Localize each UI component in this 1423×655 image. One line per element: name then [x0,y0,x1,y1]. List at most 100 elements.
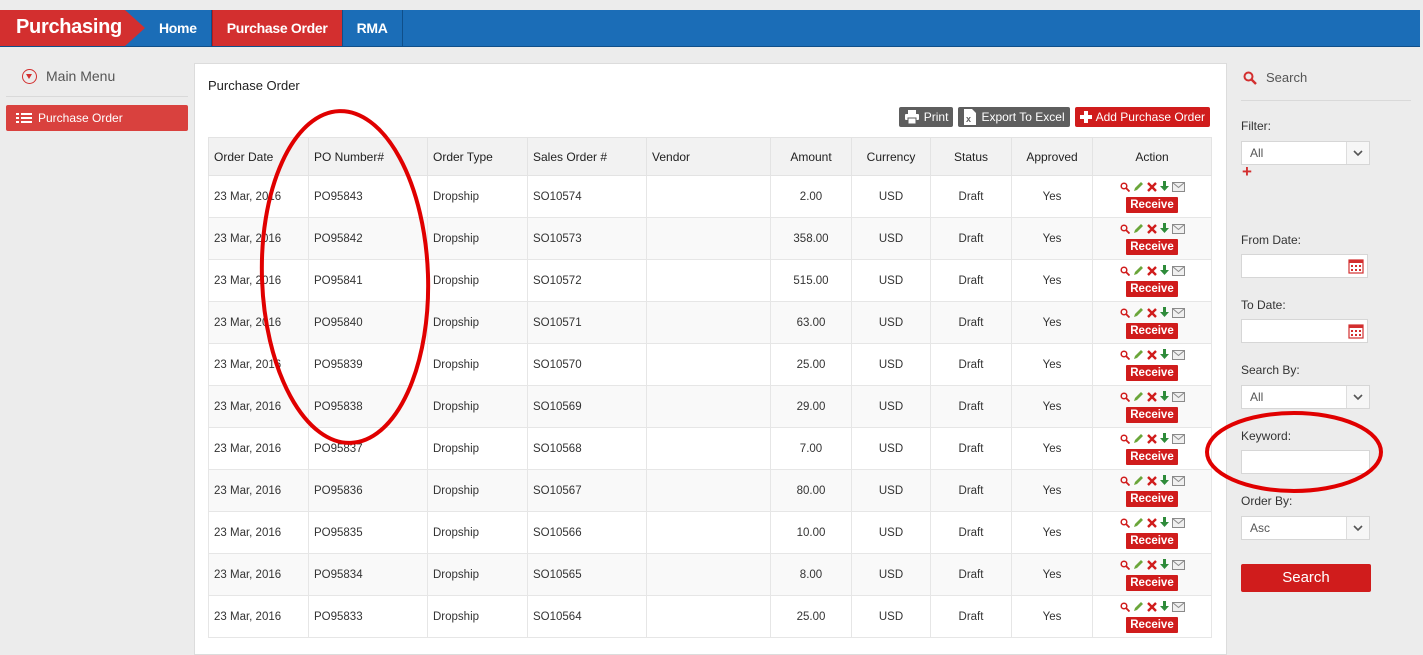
mail-icon[interactable] [1171,391,1185,405]
cell-order-type: Dropship [427,217,528,260]
download-icon[interactable] [1159,181,1169,195]
edit-icon[interactable] [1133,265,1144,279]
receive-button[interactable]: Receive [1126,196,1178,213]
view-icon[interactable] [1119,559,1130,573]
delete-icon[interactable] [1146,433,1157,447]
receive-button[interactable]: Receive [1126,322,1178,339]
view-icon[interactable] [1119,517,1130,531]
delete-icon[interactable] [1146,349,1157,363]
cell-order-type: Dropship [427,469,528,512]
calendar-icon[interactable] [1348,323,1364,342]
edit-icon[interactable] [1133,601,1144,615]
delete-icon[interactable] [1146,391,1157,405]
sidebar-item-purchase-order[interactable]: Purchase Order [6,105,188,131]
nav-home[interactable]: Home [145,10,212,46]
mail-icon[interactable] [1171,433,1185,447]
receive-button[interactable]: Receive [1126,574,1178,591]
delete-icon[interactable] [1146,601,1157,615]
edit-icon[interactable] [1133,349,1144,363]
delete-icon[interactable] [1146,559,1157,573]
mail-icon[interactable] [1171,265,1185,279]
export-excel-button[interactable]: x Export To Excel [958,107,1070,127]
search-by-select[interactable]: All [1241,385,1370,409]
delete-icon[interactable] [1146,181,1157,195]
order-by-select[interactable]: Asc [1241,516,1370,540]
receive-button[interactable]: Receive [1126,448,1178,465]
mail-icon[interactable] [1171,475,1185,489]
receive-button[interactable]: Receive [1126,532,1178,549]
edit-icon[interactable] [1133,559,1144,573]
edit-icon[interactable] [1133,391,1144,405]
delete-icon[interactable] [1146,517,1157,531]
edit-icon[interactable] [1133,475,1144,489]
view-icon[interactable] [1119,181,1130,195]
receive-button[interactable]: Receive [1126,616,1178,633]
receive-button[interactable]: Receive [1126,364,1178,381]
delete-icon[interactable] [1146,307,1157,321]
view-icon[interactable] [1119,223,1130,237]
download-icon[interactable] [1159,601,1169,615]
receive-button[interactable]: Receive [1126,280,1178,297]
col-amount[interactable]: Amount [770,137,852,176]
col-order-date[interactable]: Order Date [208,137,309,176]
nav-purchase-order[interactable]: Purchase Order [211,10,343,46]
download-icon[interactable] [1159,307,1169,321]
add-filter-icon[interactable]: + [1242,163,1252,180]
search-by-label: Search By: [1241,363,1300,377]
col-approved[interactable]: Approved [1011,137,1093,176]
edit-icon[interactable] [1133,517,1144,531]
download-icon[interactable] [1159,433,1169,447]
edit-icon[interactable] [1133,307,1144,321]
edit-icon[interactable] [1133,181,1144,195]
print-button[interactable]: Print [898,107,954,127]
view-icon[interactable] [1119,433,1130,447]
col-sales-order[interactable]: Sales Order # [527,137,647,176]
view-icon[interactable] [1119,349,1130,363]
calendar-icon[interactable] [1348,258,1364,277]
receive-button[interactable]: Receive [1126,238,1178,255]
col-status[interactable]: Status [930,137,1012,176]
from-date-input[interactable] [1241,254,1368,278]
filter-select[interactable]: All [1241,141,1370,165]
main-menu-toggle[interactable]: Main Menu [22,68,115,84]
download-icon[interactable] [1159,265,1169,279]
view-icon[interactable] [1119,475,1130,489]
col-currency[interactable]: Currency [851,137,931,176]
search-by-value: All [1250,390,1264,404]
search-button[interactable]: Search [1241,564,1371,592]
download-icon[interactable] [1159,559,1169,573]
mail-icon[interactable] [1171,223,1185,237]
to-date-input[interactable] [1241,319,1368,343]
download-icon[interactable] [1159,349,1169,363]
view-icon[interactable] [1119,391,1130,405]
add-purchase-order-button[interactable]: Add Purchase Order [1074,107,1210,127]
download-icon[interactable] [1159,391,1169,405]
order-by-value: Asc [1250,521,1271,535]
mail-icon[interactable] [1171,517,1185,531]
mail-icon[interactable] [1171,559,1185,573]
col-vendor[interactable]: Vendor [646,137,771,176]
view-icon[interactable] [1119,265,1130,279]
edit-icon[interactable] [1133,433,1144,447]
download-icon[interactable] [1159,475,1169,489]
edit-icon[interactable] [1133,223,1144,237]
col-po-number[interactable]: PO Number# [308,137,428,176]
keyword-input[interactable] [1241,450,1370,474]
receive-button[interactable]: Receive [1126,406,1178,423]
delete-icon[interactable] [1146,223,1157,237]
nav-rma[interactable]: RMA [343,10,403,46]
mail-icon[interactable] [1171,307,1185,321]
view-icon[interactable] [1119,601,1130,615]
delete-icon[interactable] [1146,475,1157,489]
mail-icon[interactable] [1171,601,1185,615]
delete-icon[interactable] [1146,265,1157,279]
mail-icon[interactable] [1171,181,1185,195]
col-order-type[interactable]: Order Type [427,137,528,176]
view-icon[interactable] [1119,307,1130,321]
receive-button[interactable]: Receive [1126,490,1178,507]
download-icon[interactable] [1159,223,1169,237]
download-icon[interactable] [1159,517,1169,531]
cell-po-number: PO95837 [308,427,428,470]
mail-icon[interactable] [1171,349,1185,363]
chevron-down-icon [22,68,37,84]
